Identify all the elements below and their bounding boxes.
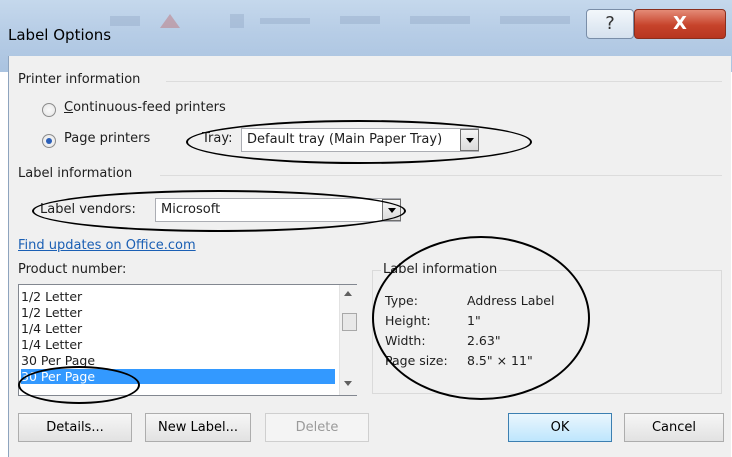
product-list-scrollbar[interactable] (339, 285, 357, 395)
list-item[interactable]: 1/2 Letter (21, 305, 82, 320)
annotation-ellipse-30-per-page (18, 366, 140, 404)
list-item[interactable]: 1/4 Letter (21, 321, 82, 336)
close-button[interactable]: X (634, 9, 726, 39)
annotation-ellipse-label-info (372, 236, 590, 400)
label-information-title: Label information (18, 166, 133, 181)
help-button[interactable]: ? (586, 9, 634, 39)
annotation-ellipse-vendors (32, 190, 406, 232)
list-item[interactable]: 1/2 Letter (21, 289, 82, 304)
continuous-feed-text: ontinuous-feed printers (73, 100, 226, 115)
page-printers-radio[interactable] (42, 134, 56, 148)
scroll-up-icon[interactable] (344, 291, 352, 296)
window-title: Label Options (8, 26, 112, 44)
page-printers-label[interactable]: Page printers (64, 131, 150, 146)
annotation-ellipse-tray (186, 120, 532, 164)
close-icon: X (673, 13, 687, 34)
list-item[interactable]: 1/4 Letter (21, 337, 82, 352)
background-ribbon-ghost (110, 14, 570, 28)
ok-button[interactable]: OK (508, 413, 612, 442)
printer-information-title: Printer information (18, 72, 141, 87)
details-button[interactable]: Details... (18, 413, 132, 442)
scroll-down-icon[interactable] (344, 381, 352, 386)
new-label-button[interactable]: New Label... (145, 413, 251, 442)
cancel-button[interactable]: Cancel (624, 413, 724, 442)
delete-button: Delete (265, 413, 369, 442)
printer-information-divider (166, 81, 722, 82)
continuous-feed-radio[interactable] (42, 103, 56, 117)
scrollbar-thumb[interactable] (342, 313, 357, 331)
find-updates-link[interactable]: Find updates on Office.com (18, 238, 196, 253)
product-number-label: Product number: (18, 262, 127, 277)
continuous-feed-label[interactable]: Continuous-feed printers (64, 100, 226, 115)
label-information-divider (160, 175, 722, 176)
help-icon: ? (605, 13, 615, 34)
